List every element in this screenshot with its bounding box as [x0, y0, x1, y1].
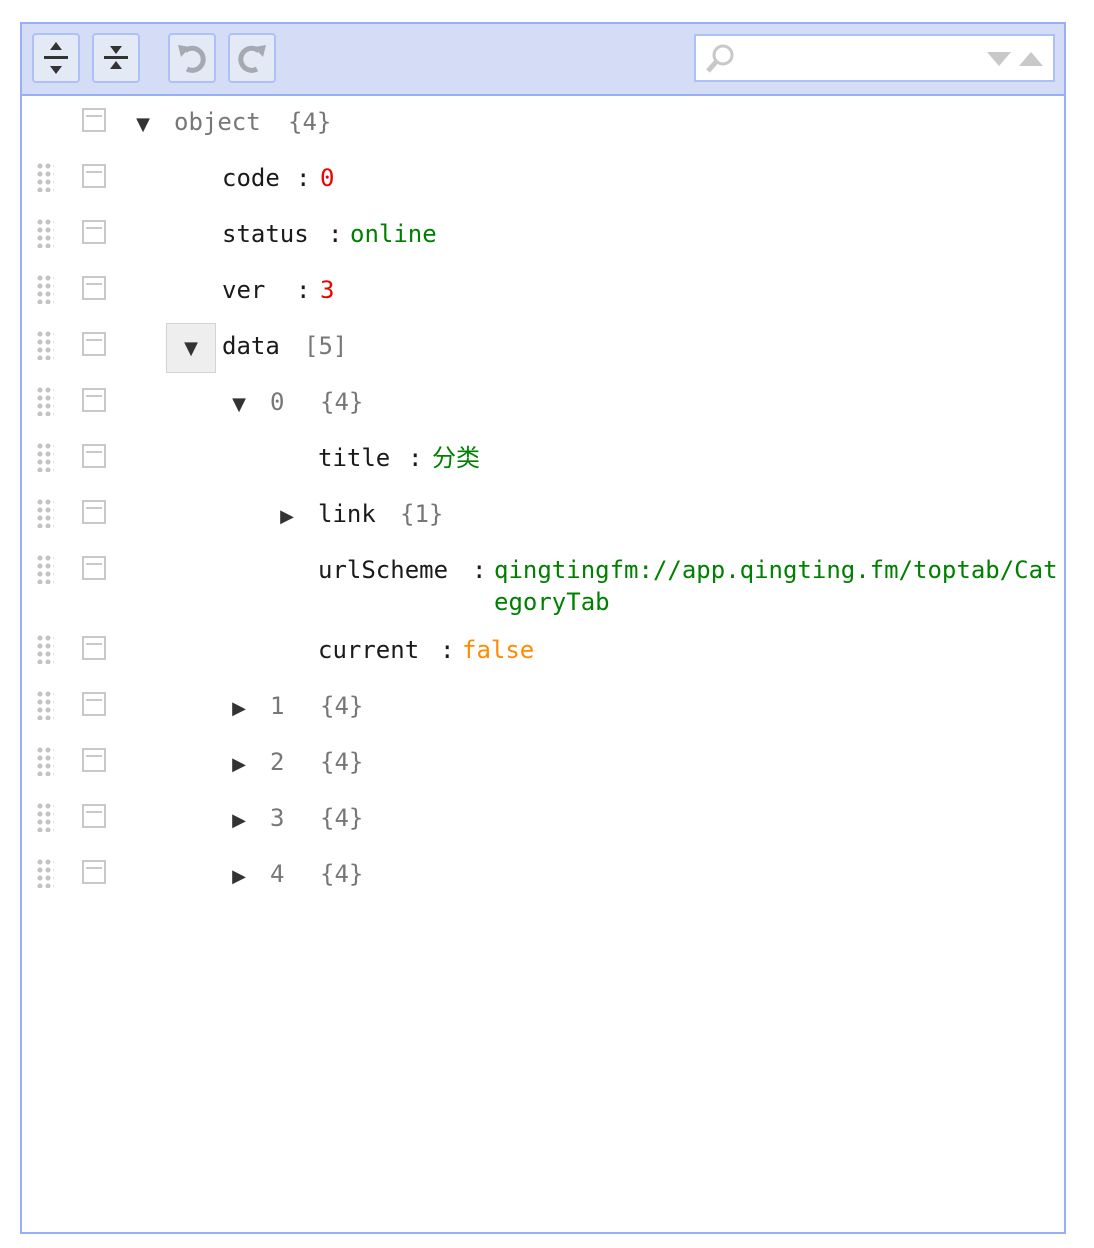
tree-row-ver: ver : 3 [22, 264, 1064, 320]
collapse-all-button[interactable] [92, 33, 140, 83]
drag-handle[interactable] [36, 386, 54, 416]
field-name[interactable]: title [318, 442, 390, 474]
expand-toggle[interactable]: ▶ [262, 491, 312, 541]
drag-handle[interactable] [36, 634, 54, 664]
context-menu-button[interactable] [82, 388, 106, 412]
context-menu-button[interactable] [82, 164, 106, 188]
search-input[interactable] [740, 42, 964, 76]
context-menu-button[interactable] [82, 556, 106, 580]
undo-button[interactable] [168, 33, 216, 83]
separator: : [408, 444, 423, 472]
expand-all-button[interactable] [32, 33, 80, 83]
field-name[interactable]: urlScheme [318, 554, 448, 586]
redo-icon [238, 45, 266, 73]
undo-icon [178, 45, 206, 73]
field-value[interactable]: qingtingfm://app.qingting.fm/toptab/Cate… [494, 554, 1064, 618]
tree-row-item-3: ▶ 3 {4} [22, 792, 1064, 848]
drag-handle[interactable] [36, 274, 54, 304]
redo-button[interactable] [228, 33, 276, 83]
drag-handle[interactable] [36, 162, 54, 192]
context-menu-button[interactable] [82, 636, 106, 660]
collapse-all-icon [104, 46, 128, 69]
context-menu-button[interactable] [82, 332, 106, 356]
search-icon [706, 44, 734, 73]
json-editor: ▼ object {4} code : 0 status : online ve… [20, 22, 1066, 1234]
context-menu-button[interactable] [82, 804, 106, 828]
node-count: {4} [320, 804, 364, 832]
node-type-label: object [174, 108, 261, 136]
context-menu-button[interactable] [82, 692, 106, 716]
field-name[interactable]: link [318, 498, 376, 530]
drag-handle[interactable] [36, 442, 54, 472]
array-index: 0 [270, 388, 285, 416]
drag-handle[interactable] [36, 858, 54, 888]
field-name[interactable]: current [318, 634, 419, 666]
expand-toggle[interactable]: ▶ [214, 683, 264, 733]
tree-row-item-0: ▼ 0 {4} [22, 376, 1064, 432]
tree-row-item-1: ▶ 1 {4} [22, 680, 1064, 736]
field-name[interactable]: ver [222, 274, 265, 306]
toolbar [22, 24, 1064, 96]
search-next-icon[interactable] [986, 51, 1012, 67]
search-box [694, 34, 1055, 82]
context-menu-button[interactable] [82, 860, 106, 884]
separator: : [440, 636, 455, 664]
field-value[interactable]: false [462, 634, 534, 666]
expand-toggle[interactable]: ▶ [214, 795, 264, 845]
drag-handle[interactable] [36, 330, 54, 360]
field-name[interactable]: data [222, 330, 280, 362]
expand-toggle[interactable]: ▶ [214, 851, 264, 901]
tree-row-data: ▼ data [5] [22, 320, 1064, 376]
separator: : [296, 164, 311, 192]
array-index: 4 [270, 860, 285, 888]
field-value[interactable]: 0 [320, 162, 334, 194]
drag-handle[interactable] [36, 554, 54, 584]
node-count: {4} [320, 748, 364, 776]
context-menu-button[interactable] [82, 444, 106, 468]
drag-handle[interactable] [36, 218, 54, 248]
tree-row-item-4: ▶ 4 {4} [22, 848, 1064, 904]
context-menu-button[interactable] [82, 108, 106, 132]
collapse-toggle[interactable]: ▼ [118, 99, 168, 149]
tree-row-status: status : online [22, 208, 1064, 264]
expand-toggle[interactable]: ▶ [214, 739, 264, 789]
expand-all-icon [44, 42, 68, 74]
tree-row-root: ▼ object {4} [22, 96, 1064, 152]
collapse-toggle[interactable]: ▼ [166, 323, 216, 373]
tree-row-current: current : false [22, 624, 1064, 680]
field-name[interactable]: status [222, 218, 309, 250]
node-count: {4} [320, 388, 364, 416]
field-value[interactable]: 3 [320, 274, 334, 306]
tree-row-urlscheme: urlScheme : qingtingfm://app.qingting.fm… [22, 544, 1064, 624]
drag-handle[interactable] [36, 746, 54, 776]
node-count: {4} [320, 692, 364, 720]
tree-row-title: title : 分类 [22, 432, 1064, 488]
context-menu-button[interactable] [82, 748, 106, 772]
tree-row-item-2: ▶ 2 {4} [22, 736, 1064, 792]
node-count: {4} [320, 860, 364, 888]
tree-row-link: ▶ link {1} [22, 488, 1064, 544]
context-menu-button[interactable] [82, 500, 106, 524]
node-count: [5] [304, 332, 348, 360]
node-count: {4} [288, 108, 332, 136]
field-value[interactable]: online [350, 218, 437, 250]
array-index: 1 [270, 692, 285, 720]
drag-handle[interactable] [36, 690, 54, 720]
search-previous-icon[interactable] [1018, 51, 1044, 67]
field-name[interactable]: code [222, 162, 280, 194]
drag-handle[interactable] [36, 498, 54, 528]
collapse-toggle[interactable]: ▼ [214, 379, 264, 429]
node-count: {1} [400, 500, 444, 528]
drag-handle[interactable] [36, 802, 54, 832]
separator: : [296, 276, 311, 304]
array-index: 3 [270, 804, 285, 832]
tree-row-code: code : 0 [22, 152, 1064, 208]
separator: : [472, 556, 487, 584]
context-menu-button[interactable] [82, 220, 106, 244]
separator: : [328, 220, 343, 248]
array-index: 2 [270, 748, 285, 776]
field-value[interactable]: 分类 [432, 442, 480, 474]
context-menu-button[interactable] [82, 276, 106, 300]
